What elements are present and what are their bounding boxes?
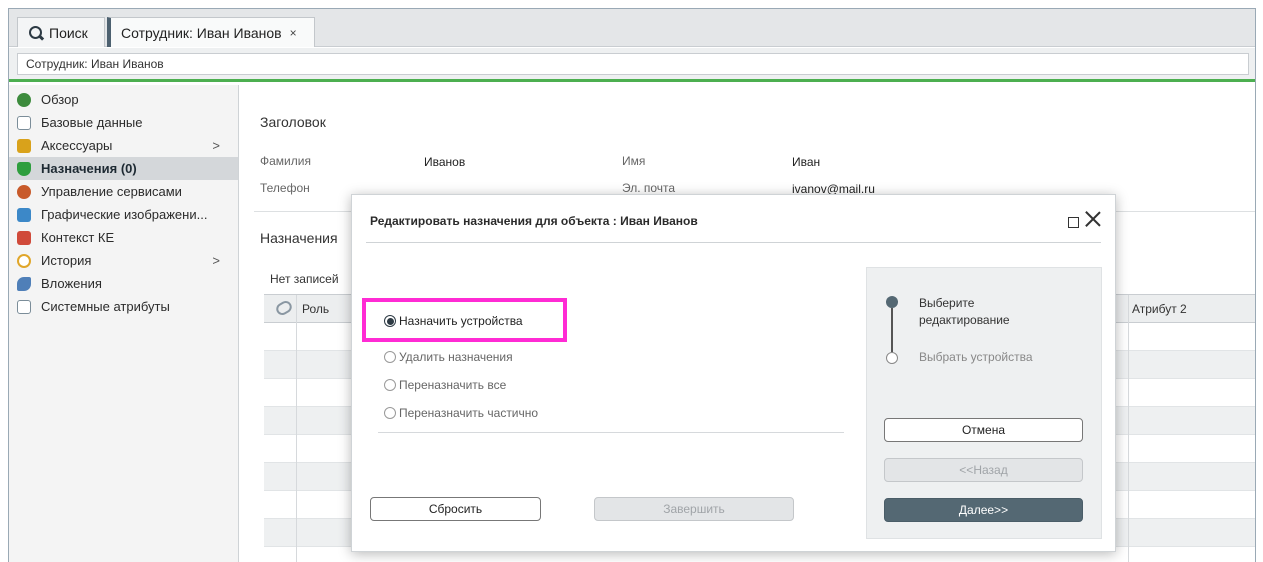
column-header-attribute-2[interactable]: Атрибут 2 xyxy=(1132,302,1187,316)
next-button[interactable]: Далее>> xyxy=(884,498,1083,522)
search-icon xyxy=(28,25,44,41)
sidebar-item-label: Обзор xyxy=(41,92,79,107)
sidebar-item-attachments[interactable]: Вложения xyxy=(9,272,238,295)
close-icon[interactable] xyxy=(1083,209,1103,229)
link-icon[interactable] xyxy=(274,298,294,318)
option-label: Назначить устройства xyxy=(399,314,523,328)
option-reassign-partial[interactable]: Переназначить частично xyxy=(384,404,538,422)
option-label: Удалить назначения xyxy=(399,350,513,364)
options-divider xyxy=(378,432,844,433)
sidebar-item-accessories[interactable]: Аксессуары > xyxy=(9,134,238,157)
tab-search-label: Поиск xyxy=(49,24,88,41)
maximize-icon[interactable] xyxy=(1068,217,1079,228)
radio-icon[interactable] xyxy=(384,351,396,363)
history-icon xyxy=(17,253,31,268)
accessories-icon xyxy=(17,138,31,153)
document-icon xyxy=(17,115,31,130)
assignments-icon xyxy=(17,161,31,176)
chevron-right-icon[interactable]: > xyxy=(212,138,220,153)
edit-assignments-dialog: Редактировать назначения для объекта : И… xyxy=(351,194,1116,552)
cancel-button[interactable]: Отмена xyxy=(884,418,1083,442)
sidebar-item-system-attributes[interactable]: Системные атрибуты xyxy=(9,295,238,318)
overview-icon xyxy=(17,92,31,107)
dialog-title: Редактировать назначения для объекта : И… xyxy=(370,214,698,228)
sidebar-item-images[interactable]: Графические изображени... xyxy=(9,203,238,226)
context-icon xyxy=(17,230,31,245)
sidebar-item-label: Системные атрибуты xyxy=(41,299,170,314)
sidebar-item-label: Контекст КЕ xyxy=(41,230,115,245)
wizard-panel: Выберите редактирование Выбрать устройст… xyxy=(866,267,1102,539)
lastname-label: Фамилия xyxy=(260,154,311,168)
tab-employee[interactable]: Сотрудник: Иван Иванов × xyxy=(107,17,315,47)
section-title-header: Заголовок xyxy=(260,114,326,130)
sidebar-item-context[interactable]: Контекст КЕ xyxy=(9,226,238,249)
chevron-right-icon[interactable]: > xyxy=(212,253,220,268)
email-label: Эл. почта xyxy=(622,181,676,195)
breadcrumb-bar: Сотрудник: Иван Иванов xyxy=(9,48,1255,82)
wizard-step-1: Выберите редактирование xyxy=(919,296,1010,327)
attachments-icon xyxy=(17,276,31,291)
step-active-icon xyxy=(886,296,898,308)
back-button[interactable]: <<Назад xyxy=(884,458,1083,482)
phone-label: Телефон xyxy=(260,181,310,195)
option-assign-devices[interactable]: Назначить устройства xyxy=(384,312,523,330)
option-reassign-all[interactable]: Переназначить все xyxy=(384,376,506,394)
sidebar-item-label: Базовые данные xyxy=(41,115,143,130)
dialog-divider xyxy=(366,242,1101,243)
tab-bar: Поиск Сотрудник: Иван Иванов × xyxy=(9,9,1255,47)
radio-icon[interactable] xyxy=(384,379,396,391)
sidebar-item-label: Управление сервисами xyxy=(41,184,182,199)
sidebar-item-services[interactable]: Управление сервисами xyxy=(9,180,238,203)
sidebar-item-label: Графические изображени... xyxy=(41,207,208,222)
option-label: Переназначить частично xyxy=(399,406,539,420)
step-inactive-icon xyxy=(886,352,898,364)
sidebar-item-label: Назначения (0) xyxy=(41,161,137,176)
sidebar-item-label: История xyxy=(41,253,92,268)
app-window: Поиск Сотрудник: Иван Иванов × Сотрудник… xyxy=(8,8,1256,562)
services-icon xyxy=(17,184,31,199)
firstname-value: Иван xyxy=(792,155,821,169)
section-title-assignments: Назначения xyxy=(260,230,338,246)
tab-search[interactable]: Поиск xyxy=(17,17,105,47)
close-icon[interactable]: × xyxy=(290,26,297,40)
images-icon xyxy=(17,207,31,222)
lastname-value: Иванов xyxy=(424,155,466,169)
step-connector xyxy=(891,308,893,352)
sidebar-item-history[interactable]: История > xyxy=(9,249,238,272)
column-divider xyxy=(1128,295,1129,562)
sidebar: Обзор Базовые данные Аксессуары > Назнач… xyxy=(9,85,239,562)
breadcrumb: Сотрудник: Иван Иванов xyxy=(17,53,1249,75)
system-attributes-icon xyxy=(17,299,31,314)
firstname-label: Имя xyxy=(622,154,646,168)
option-delete-assignments[interactable]: Удалить назначения xyxy=(384,348,513,366)
radio-selected-icon[interactable] xyxy=(384,315,396,327)
empty-records-text: Нет записей xyxy=(270,272,339,286)
option-label: Переназначить все xyxy=(399,378,507,392)
sidebar-item-overview[interactable]: Обзор xyxy=(9,88,238,111)
reset-button[interactable]: Сбросить xyxy=(370,497,541,521)
finish-button[interactable]: Завершить xyxy=(594,497,794,521)
sidebar-item-base-data[interactable]: Базовые данные xyxy=(9,111,238,134)
sidebar-item-label: Аксессуары xyxy=(41,138,113,153)
column-header-role[interactable]: Роль xyxy=(302,302,329,316)
sidebar-item-label: Вложения xyxy=(41,276,102,291)
sidebar-item-assignments[interactable]: Назначения (0) xyxy=(9,157,238,180)
column-divider xyxy=(296,295,297,562)
wizard-step-2: Выбрать устройства xyxy=(919,350,1033,364)
radio-icon[interactable] xyxy=(384,407,396,419)
tab-employee-label: Сотрудник: Иван Иванов xyxy=(121,24,282,41)
